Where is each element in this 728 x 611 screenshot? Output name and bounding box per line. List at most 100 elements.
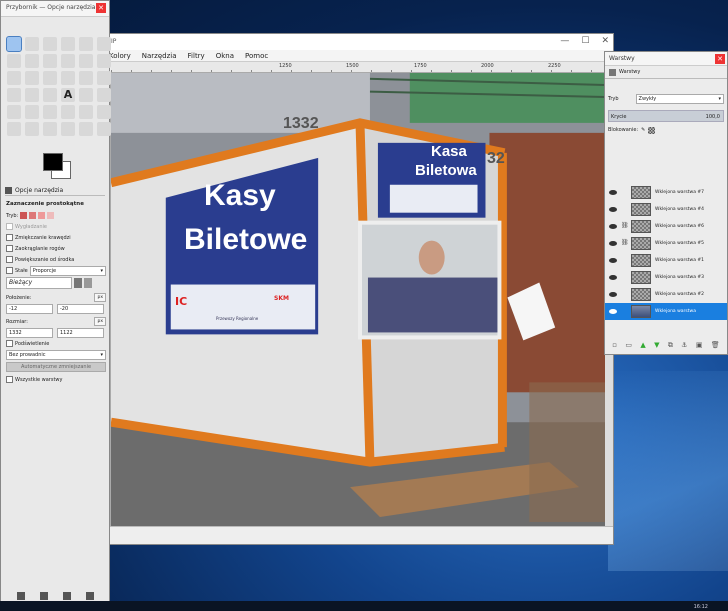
paintbrush-tool-icon[interactable] xyxy=(25,105,39,119)
minimize-icon[interactable]: — xyxy=(560,36,569,46)
measure-tool-icon[interactable] xyxy=(79,54,93,68)
layer-row[interactable]: ⛓ Wklejona warstwa #5 xyxy=(605,235,727,252)
close-icon[interactable]: ✕ xyxy=(96,3,106,13)
size-width-field[interactable]: 1332 xyxy=(6,327,53,338)
anchor-layer-icon[interactable]: ⚓ xyxy=(681,341,687,350)
fixed-checkbox[interactable] xyxy=(6,267,13,274)
layers-tab[interactable]: Warstwy xyxy=(605,66,727,79)
delete-options-icon[interactable] xyxy=(62,592,71,600)
visibility-eye-icon[interactable] xyxy=(609,207,617,212)
link-chain-icon[interactable]: ⛓ xyxy=(621,239,629,248)
clone-tool-icon[interactable] xyxy=(7,122,21,136)
reset-options-icon[interactable] xyxy=(85,592,94,600)
layer-row-selected[interactable]: Wklejona warstwa xyxy=(605,303,727,320)
rotate-tool-icon[interactable] xyxy=(43,71,57,85)
tool-options-tab[interactable]: Opcje narzędzia xyxy=(5,186,105,196)
menu-help[interactable]: Pomoc xyxy=(245,52,268,60)
crop-tool-icon[interactable] xyxy=(25,71,39,85)
close-icon[interactable]: ✕ xyxy=(715,54,725,64)
layer-row[interactable]: Wklejona warstwa #3 xyxy=(605,269,727,286)
expand-from-center-checkbox[interactable] xyxy=(6,256,13,263)
move-tool-icon[interactable] xyxy=(97,54,111,68)
layer-row[interactable]: ⛓ Wklejona warstwa #6 xyxy=(605,218,727,235)
paths-tool-icon[interactable] xyxy=(25,54,39,68)
layer-row[interactable]: Wklejona warstwa #2 xyxy=(605,286,727,303)
mode-add-icon[interactable] xyxy=(29,212,37,219)
new-layer-icon[interactable]: ▫ xyxy=(612,341,617,350)
menu-tools[interactable]: Narzędzia xyxy=(142,52,177,60)
mode-replace-icon[interactable] xyxy=(20,212,28,219)
visibility-eye-icon[interactable] xyxy=(609,224,617,229)
scale-tool-icon[interactable] xyxy=(61,71,75,85)
ratio-current-field[interactable]: Bieżący xyxy=(6,277,72,289)
smudge-tool-icon[interactable] xyxy=(79,122,93,136)
perspective-clone-tool-icon[interactable] xyxy=(43,122,57,136)
visibility-eye-icon[interactable] xyxy=(609,275,617,280)
close-icon[interactable]: ✕ xyxy=(601,36,609,46)
raise-layer-icon[interactable]: ▲ xyxy=(640,341,645,350)
link-chain-icon[interactable] xyxy=(621,307,627,316)
ink-tool-icon[interactable] xyxy=(79,105,93,119)
new-layer-group-icon[interactable]: ▭ xyxy=(625,341,632,350)
auto-shrink-button[interactable]: Automatyczne zmniejszanie xyxy=(6,362,106,372)
scissors-tool-icon[interactable] xyxy=(97,37,111,51)
mask-icon[interactable]: ▣ xyxy=(696,341,703,350)
mode-subtract-icon[interactable] xyxy=(38,212,46,219)
position-unit-select[interactable]: px xyxy=(94,293,106,302)
fixed-select[interactable]: Proporcje ▾ xyxy=(29,265,106,276)
visibility-eye-icon[interactable] xyxy=(609,309,617,314)
cage-tool-icon[interactable] xyxy=(25,88,39,102)
zoom-tool-icon[interactable] xyxy=(61,54,75,68)
menu-windows[interactable]: Okna xyxy=(216,52,234,60)
mypaint-brush-tool-icon[interactable] xyxy=(97,105,111,119)
all-layers-checkbox[interactable] xyxy=(6,376,13,383)
antialias-checkbox[interactable] xyxy=(6,223,13,230)
blur-tool-icon[interactable] xyxy=(61,122,75,136)
position-x-field[interactable]: -12 xyxy=(6,303,53,314)
link-chain-icon[interactable] xyxy=(621,290,627,299)
lock-alpha-icon[interactable] xyxy=(648,126,656,134)
opacity-slider[interactable]: Krycie 100,0 xyxy=(608,110,724,122)
save-options-icon[interactable] xyxy=(16,592,25,600)
maximize-icon[interactable]: ☐ xyxy=(581,36,589,46)
shear-tool-icon[interactable] xyxy=(79,71,93,85)
foreground-select-tool-icon[interactable] xyxy=(7,54,21,68)
flip-tool-icon[interactable] xyxy=(7,88,21,102)
image-window-titlebar[interactable]: IP — ☐ ✕ xyxy=(97,34,613,50)
foreground-color-swatch[interactable] xyxy=(43,153,63,171)
horizontal-ruler[interactable]: 1250 1500 1750 2000 2250 xyxy=(111,62,605,73)
eraser-tool-icon[interactable] xyxy=(43,105,57,119)
visibility-eye-icon[interactable] xyxy=(609,190,617,195)
color-select-tool-icon[interactable] xyxy=(79,37,93,51)
fuzzy-select-tool-icon[interactable] xyxy=(61,37,75,51)
link-chain-icon[interactable] xyxy=(621,188,627,197)
rounded-corners-checkbox[interactable] xyxy=(6,245,13,252)
layers-titlebar[interactable]: Warstwy ✕ xyxy=(605,52,727,66)
pencil-tool-icon[interactable] xyxy=(7,105,21,119)
mode-intersect-icon[interactable] xyxy=(47,212,55,219)
warp-tool-icon[interactable] xyxy=(43,88,57,102)
menu-filters[interactable]: Filtry xyxy=(188,52,205,60)
image-canvas[interactable]: Kasy Biletowe Kasa Biletowa 1332 32 IC P… xyxy=(111,73,605,526)
duplicate-layer-icon[interactable]: ⧉ xyxy=(668,341,673,350)
size-unit-select[interactable]: px xyxy=(94,317,106,326)
toolbox-titlebar[interactable]: Przybornik — Opcje narzędzia ✕ xyxy=(1,1,109,17)
text-tool-icon[interactable]: A xyxy=(61,88,75,102)
restore-options-icon[interactable] xyxy=(39,592,48,600)
lock-pixels-icon[interactable]: ✎ xyxy=(641,127,645,133)
color-picker-tool-icon[interactable] xyxy=(43,54,57,68)
rect-select-tool-icon[interactable] xyxy=(6,36,22,52)
link-chain-icon[interactable] xyxy=(621,273,627,282)
ellipse-select-tool-icon[interactable] xyxy=(25,37,39,51)
lower-layer-icon[interactable]: ▼ xyxy=(654,341,659,350)
visibility-eye-icon[interactable] xyxy=(609,258,617,263)
feather-checkbox[interactable] xyxy=(6,234,13,241)
guides-select[interactable]: Bez prowadnic ▾ xyxy=(6,349,106,360)
size-height-field[interactable]: 1122 xyxy=(57,327,104,338)
taskbar-clock[interactable]: 16:12 xyxy=(694,604,708,610)
portrait-icon[interactable] xyxy=(74,278,82,288)
highlight-checkbox[interactable] xyxy=(6,340,13,347)
layer-row[interactable]: Wklejona warstwa #7 xyxy=(605,184,727,201)
visibility-eye-icon[interactable] xyxy=(609,241,617,246)
dodge-burn-tool-icon[interactable] xyxy=(97,122,111,136)
